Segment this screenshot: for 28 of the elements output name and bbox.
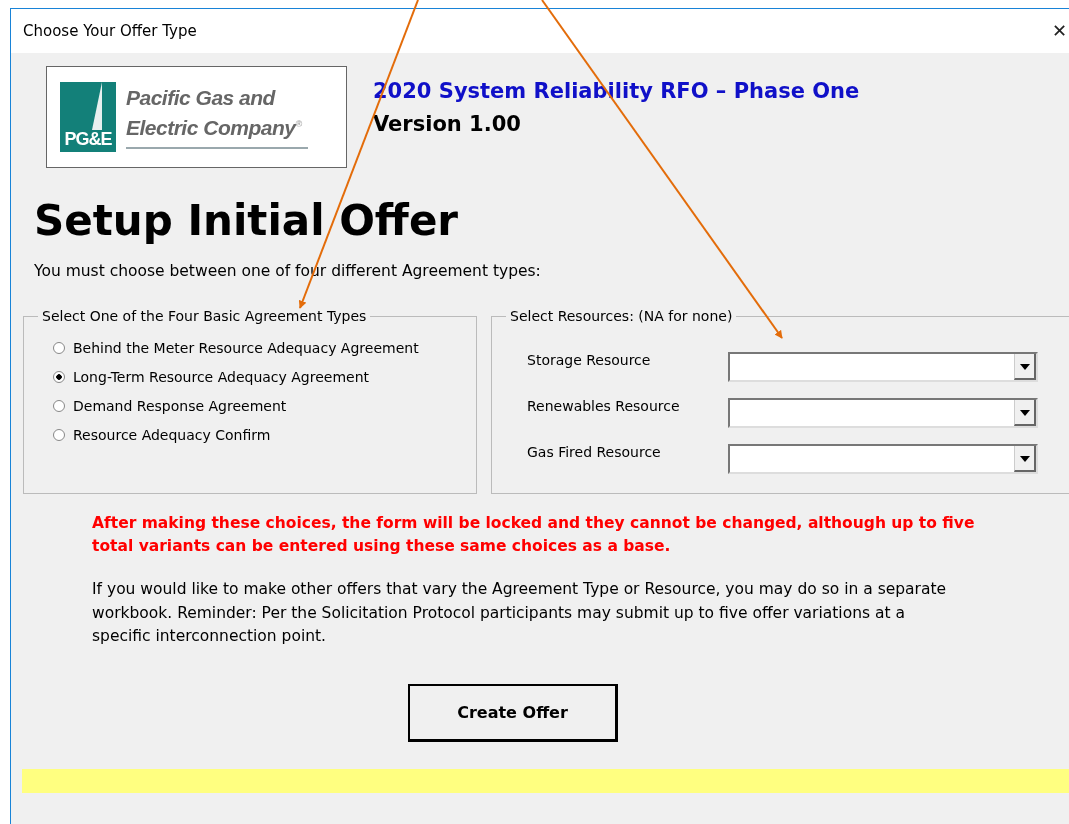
group-legend: Select Resources: (NA for none) [506, 308, 737, 324]
create-offer-button[interactable]: Create Offer [408, 683, 618, 742]
dropdown-field[interactable] [728, 444, 1038, 474]
field-label: Storage Resource [527, 352, 652, 368]
radio-button[interactable] [53, 400, 65, 412]
dropdown-field[interactable] [728, 398, 1038, 428]
company-name: Electric Company [126, 116, 296, 139]
radio-button[interactable] [53, 371, 65, 383]
company-name: Pacific Gas and [126, 85, 277, 111]
radio-button[interactable] [53, 342, 65, 354]
radio-button[interactable] [53, 429, 65, 441]
page-heading: Setup Initial Offer [34, 196, 460, 246]
radio-label[interactable]: Behind the Meter Resource Adequacy Agreement [73, 340, 419, 356]
note-text: If you would like to make other offers that vary the Agreement Type or Resource, you may do so in a separate workbook. Reminder: Per the Solicitation Protocol participants may submit up to five offer variations at a specific interconnection point. [92, 579, 948, 647]
field-label: Gas Fired Resource [527, 444, 662, 460]
group-legend: Select One of the Four Basic Agreement Types [38, 308, 371, 324]
version-label: Version 1.00 [373, 111, 522, 138]
logo-mark: PG&E [60, 82, 116, 152]
dropdown-field[interactable] [728, 352, 1038, 382]
radio-label[interactable]: Long-Term Resource Adequacy Agreement [73, 369, 370, 385]
field-label: Renewables Resource [527, 398, 681, 414]
warning-text: After making these choices, the form will be locked and they cannot be changed, although up to five total variants can be entered using these same choices as a base. [92, 513, 976, 557]
radio-label[interactable]: Demand Response Agreement [73, 398, 287, 414]
radio-label[interactable]: Resource Adequacy Confirm [73, 427, 271, 443]
lightning-icon [92, 82, 102, 130]
window-title: Choose Your Offer Type [23, 22, 197, 40]
close-button[interactable]: ✕ [1050, 20, 1069, 42]
registered-mark: ® [295, 119, 302, 129]
